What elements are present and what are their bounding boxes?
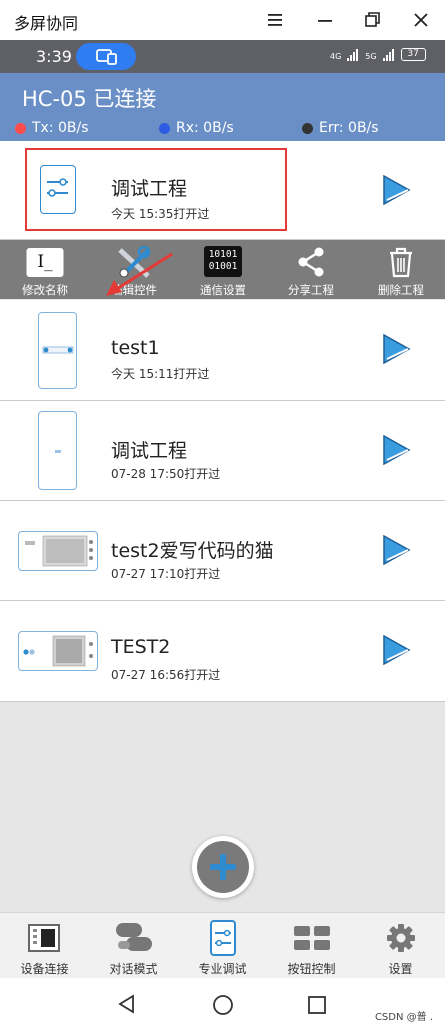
trash-icon: [390, 247, 412, 278]
project-thumbnail: [38, 312, 77, 389]
project-card[interactable]: test2爱写代码的猫 07-27 17:10打开过: [0, 501, 445, 601]
signal-icon: [347, 49, 359, 61]
play-icon[interactable]: [381, 634, 411, 666]
project-last-opened: 07-28 17:50打开过: [111, 467, 221, 481]
rx-rate: Rx: 0B/s: [176, 120, 234, 136]
nav-pro-label: 专业调试: [198, 962, 247, 976]
play-icon[interactable]: [381, 174, 411, 206]
rename-label: 修改名称: [22, 283, 68, 297]
status-time: 3:39: [36, 47, 72, 66]
project-last-opened: 07-27 16:56打开过: [111, 668, 221, 682]
sliders-panel-icon: [210, 920, 236, 956]
window-title-bar: 多屏协同: [0, 0, 445, 40]
close-icon[interactable]: [409, 8, 433, 32]
nav-chat-mode[interactable]: 对话模式: [89, 913, 178, 979]
window-title: 多屏协同: [14, 14, 79, 33]
menu-icon[interactable]: [264, 8, 288, 32]
nav-chat-label: 对话模式: [109, 962, 158, 976]
restore-icon[interactable]: [361, 8, 385, 32]
signal-indicators: 4G 5G 37: [330, 48, 426, 61]
device-status: HC-05 已连接: [22, 87, 157, 111]
project-last-opened: 07-27 17:10打开过: [111, 567, 221, 581]
signal-icon: [382, 49, 394, 61]
err-dot-icon: [302, 122, 313, 134]
home-icon[interactable]: [212, 994, 234, 1016]
play-icon[interactable]: [381, 434, 411, 466]
cursor-text: I_: [37, 252, 53, 272]
button-grid-icon: [294, 926, 330, 950]
nav-device-connect[interactable]: 设备连接: [0, 913, 89, 979]
nav-button-control[interactable]: 按钮控制: [267, 913, 356, 979]
share-project-label: 分享工程: [288, 283, 334, 297]
battery-icon: 37: [400, 48, 426, 61]
project-thumbnail: [18, 631, 98, 671]
tx-dot-icon: [15, 122, 26, 134]
phone-status-bar: 3:39 4G 5G 37: [0, 40, 445, 73]
project-name: test2爱写代码的猫: [111, 540, 274, 562]
err-rate: Err: 0B/s: [319, 120, 379, 136]
project-thumbnail: [18, 531, 98, 571]
delete-project-button[interactable]: 删除工程: [364, 240, 438, 299]
project-card[interactable]: test1 今天 15:11打开过: [0, 300, 445, 401]
project-name: 调试工程: [111, 440, 188, 462]
comm-settings-button[interactable]: 10101 01001 通信设置: [186, 240, 260, 299]
signal-5g-label: 5G: [365, 52, 377, 61]
screen-share-pill[interactable]: [76, 43, 136, 70]
chat-bubbles-icon: [116, 923, 152, 951]
connection-header: HC-05 已连接 Tx: 0B/s Rx: 0B/s Err: 0B/s: [0, 73, 445, 141]
err-stat: Err: 0B/s: [302, 120, 379, 136]
fab-inner: [197, 841, 249, 893]
annotation-highlight-box: [25, 148, 287, 231]
project-action-toolbar: I_ 修改名称 编辑控件 10101 01001 通信设置 分享工程 删除工程: [0, 240, 445, 299]
signal-4g-label: 4G: [330, 52, 342, 61]
rename-button[interactable]: I_ 修改名称: [8, 240, 82, 299]
rx-dot-icon: [159, 122, 170, 134]
nav-button-label: 按钮控制: [287, 962, 336, 976]
binary-icon: 10101 01001: [204, 246, 242, 277]
multi-screen-icon: [96, 49, 117, 65]
project-card[interactable]: TEST2 07-27 16:56打开过: [0, 601, 445, 702]
share-icon: [298, 247, 324, 277]
project-name: TEST2: [111, 636, 171, 658]
project-thumbnail: [38, 411, 77, 490]
tx-stat: Tx: 0B/s: [15, 120, 89, 136]
rx-stat: Rx: 0B/s: [159, 120, 234, 136]
play-icon[interactable]: [381, 534, 411, 566]
plus-icon: [210, 854, 236, 880]
nav-pro-debug[interactable]: 专业调试: [178, 913, 267, 979]
project-card[interactable]: 调试工程 07-28 17:50打开过: [0, 401, 445, 501]
annotation-arrow-icon: [106, 252, 173, 296]
back-icon[interactable]: [117, 994, 137, 1014]
cursor-text-icon: I_: [26, 248, 64, 277]
bottom-navigation: 设备连接 对话模式 专业调试 按钮控制 设置: [0, 912, 445, 978]
recents-icon[interactable]: [307, 995, 327, 1015]
project-last-opened: 今天 15:11打开过: [111, 367, 210, 381]
play-icon[interactable]: [381, 333, 411, 365]
nav-settings[interactable]: 设置: [356, 913, 445, 979]
project-name: test1: [111, 337, 160, 359]
nav-settings-label: 设置: [388, 962, 413, 976]
tx-rate: Tx: 0B/s: [32, 120, 89, 136]
minimize-icon[interactable]: [314, 8, 338, 32]
binary-top: 10101: [208, 249, 238, 260]
delete-project-label: 删除工程: [378, 283, 424, 297]
watermark-text: CSDN @普 .: [374, 1012, 433, 1023]
binary-bottom: 01001: [208, 261, 238, 272]
gear-icon: [387, 924, 415, 952]
share-project-button[interactable]: 分享工程: [274, 240, 348, 299]
add-project-button[interactable]: [192, 836, 254, 898]
bluetooth-module-icon: [28, 924, 60, 952]
battery-level: 37: [407, 49, 419, 59]
nav-device-label: 设备连接: [20, 962, 69, 976]
comm-settings-label: 通信设置: [200, 283, 246, 297]
